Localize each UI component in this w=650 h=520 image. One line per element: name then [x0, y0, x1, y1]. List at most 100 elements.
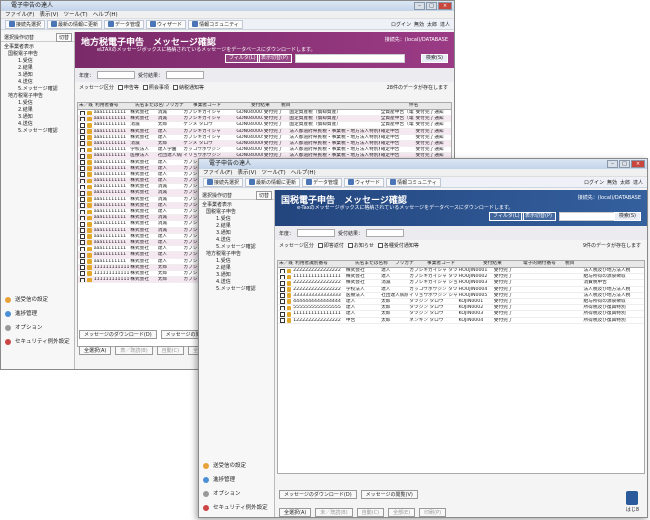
row-checkbox[interactable]: [80, 265, 85, 270]
column-header[interactable]: 件名: [408, 103, 446, 109]
toolbar-user-item[interactable]: 無効: [414, 21, 424, 28]
tree-item[interactable]: 1.受信: [202, 258, 271, 265]
tree-item[interactable]: 3.通知: [4, 114, 71, 121]
tree-item[interactable]: 2.結果: [202, 265, 271, 272]
row-checkbox[interactable]: [80, 160, 85, 165]
side-button[interactable]: 進捗管理: [1, 308, 74, 320]
tree-item[interactable]: 地方税電子申告: [202, 251, 271, 258]
display-toggle-button[interactable]: 表示切替(P): [257, 54, 292, 63]
menu-item[interactable]: ツール(T): [262, 169, 286, 176]
toolbar-button[interactable]: 接続先選択: [5, 19, 46, 29]
row-checkbox[interactable]: [280, 299, 285, 305]
menu-item[interactable]: ファイル(F): [203, 169, 232, 176]
tree-item[interactable]: 1.受信: [4, 58, 71, 65]
row-checkbox[interactable]: [280, 318, 285, 323]
search-button[interactable]: 検索(S): [613, 212, 641, 221]
side-button[interactable]: セキュリティ例外設定: [199, 502, 274, 514]
side-button[interactable]: オプション: [1, 322, 74, 334]
toolbar-user-item[interactable]: 達人: [440, 21, 450, 28]
toolbar-button[interactable]: データ管理: [104, 19, 145, 29]
tree-item[interactable]: 国税電子申告: [4, 51, 71, 58]
toolbar-button[interactable]: 最新の情報に更新: [47, 19, 103, 29]
checkbox-box[interactable]: [317, 242, 323, 248]
tree-item[interactable]: 国税電子申告: [202, 209, 271, 216]
tree-item[interactable]: 5.メッセージ確認: [202, 286, 271, 293]
close-button[interactable]: ×: [631, 160, 645, 168]
tree-item[interactable]: 3.通知: [202, 272, 271, 279]
tree-item[interactable]: 2.結果: [4, 65, 71, 72]
checkbox[interactable]: 納税通知等: [172, 84, 204, 91]
toolbar-button[interactable]: ウィザード: [146, 19, 187, 29]
row-checkbox[interactable]: [80, 184, 85, 190]
action-button[interactable]: メッセージのダウンロード(D): [79, 330, 157, 339]
row-checkbox[interactable]: [80, 240, 85, 246]
tree-item[interactable]: 2.結果: [202, 223, 271, 230]
row-checkbox[interactable]: [280, 293, 285, 298]
row-checkbox[interactable]: [80, 246, 85, 252]
row-checkbox[interactable]: [80, 259, 85, 264]
maximize-button[interactable]: □: [426, 2, 437, 10]
tree-item[interactable]: 5.メッセージ確認: [4, 128, 71, 135]
display-toggle-button[interactable]: 表示切替(P): [521, 212, 556, 221]
toolbar-user-item[interactable]: ログイン: [584, 179, 604, 186]
column-header[interactable]: 税目: [280, 103, 308, 109]
column-header[interactable]: 受付結果: [482, 261, 522, 267]
side-button[interactable]: 進捗管理: [199, 474, 274, 486]
toolbar-user-item[interactable]: ログイン: [391, 21, 411, 28]
checkbox-box[interactable]: [347, 242, 353, 248]
menu-item[interactable]: ファイル(F): [5, 11, 34, 18]
row-checkbox[interactable]: [80, 122, 85, 128]
action-button[interactable]: 印刷(P): [419, 508, 447, 517]
column-header[interactable]: フリガナ: [394, 261, 426, 267]
menu-item[interactable]: 表示(V): [237, 169, 256, 176]
tree-item[interactable]: 4.送信: [4, 79, 71, 86]
column-header[interactable]: 利用者識別番号: [294, 261, 354, 267]
checkbox[interactable]: お知らせ: [347, 242, 374, 249]
menu-item[interactable]: 表示(V): [39, 11, 58, 18]
row-checkbox[interactable]: [280, 268, 285, 274]
tree-item[interactable]: 5.メッセージ確認: [202, 244, 271, 251]
action-button[interactable]: 全選択(A): [279, 508, 312, 517]
toolbar-button[interactable]: データ管理: [302, 177, 343, 187]
filter-dropdown[interactable]: [97, 71, 136, 79]
column-header[interactable]: フリガナ: [164, 103, 192, 109]
tree-item[interactable]: 3.通知: [4, 72, 71, 79]
row-checkbox[interactable]: [80, 110, 85, 116]
sidebar-toggle-button[interactable]: 切替: [55, 33, 72, 42]
column-header[interactable]: 税目: [564, 261, 624, 267]
tree-item[interactable]: 2.結果: [4, 107, 71, 114]
checkbox-box[interactable]: [142, 84, 148, 90]
toolbar-button[interactable]: 接続先選択: [203, 177, 244, 187]
column-header[interactable]: 未／既: [78, 103, 94, 109]
tree-item[interactable]: 4.送信: [4, 121, 71, 128]
toolbar-button[interactable]: ウィザード: [344, 177, 385, 187]
tree-item[interactable]: 全事業者表示: [202, 202, 271, 209]
maximize-button[interactable]: □: [619, 160, 630, 168]
column-header[interactable]: 氏名または名称: [134, 103, 164, 109]
tree-item[interactable]: 全事業者表示: [4, 44, 71, 51]
tree-item[interactable]: 3.通知: [202, 230, 271, 237]
minimize-button[interactable]: –: [414, 2, 425, 10]
column-header[interactable]: 電子的納付番号: [522, 261, 564, 267]
row-checkbox[interactable]: [80, 228, 85, 233]
toolbar-user-item[interactable]: 太郎: [427, 21, 437, 28]
tree-item[interactable]: 5.メッセージ確認: [4, 86, 71, 93]
side-button[interactable]: セキュリティ例外設定: [1, 336, 74, 348]
tree-item[interactable]: 1.受信: [202, 216, 271, 223]
column-header[interactable]: 利用者番号: [94, 103, 134, 109]
row-checkbox[interactable]: [80, 135, 85, 140]
row-checkbox[interactable]: [280, 280, 285, 286]
side-button[interactable]: 送受信の設定: [199, 460, 274, 472]
column-header[interactable]: 受付結果: [250, 103, 280, 109]
action-button[interactable]: メッセージの閲覧(V): [360, 490, 418, 499]
side-button[interactable]: オプション: [199, 488, 274, 500]
filter-dropdown[interactable]: [366, 229, 405, 237]
row-checkbox[interactable]: [80, 178, 85, 184]
row-checkbox[interactable]: [80, 129, 85, 134]
checkbox-box[interactable]: [117, 84, 123, 90]
menu-item[interactable]: ツール(T): [64, 11, 88, 18]
checkbox[interactable]: 即答返付: [317, 242, 344, 249]
row-checkbox[interactable]: [80, 197, 85, 202]
menu-item[interactable]: ヘルプ(H): [291, 169, 316, 176]
row-checkbox[interactable]: [80, 234, 85, 239]
